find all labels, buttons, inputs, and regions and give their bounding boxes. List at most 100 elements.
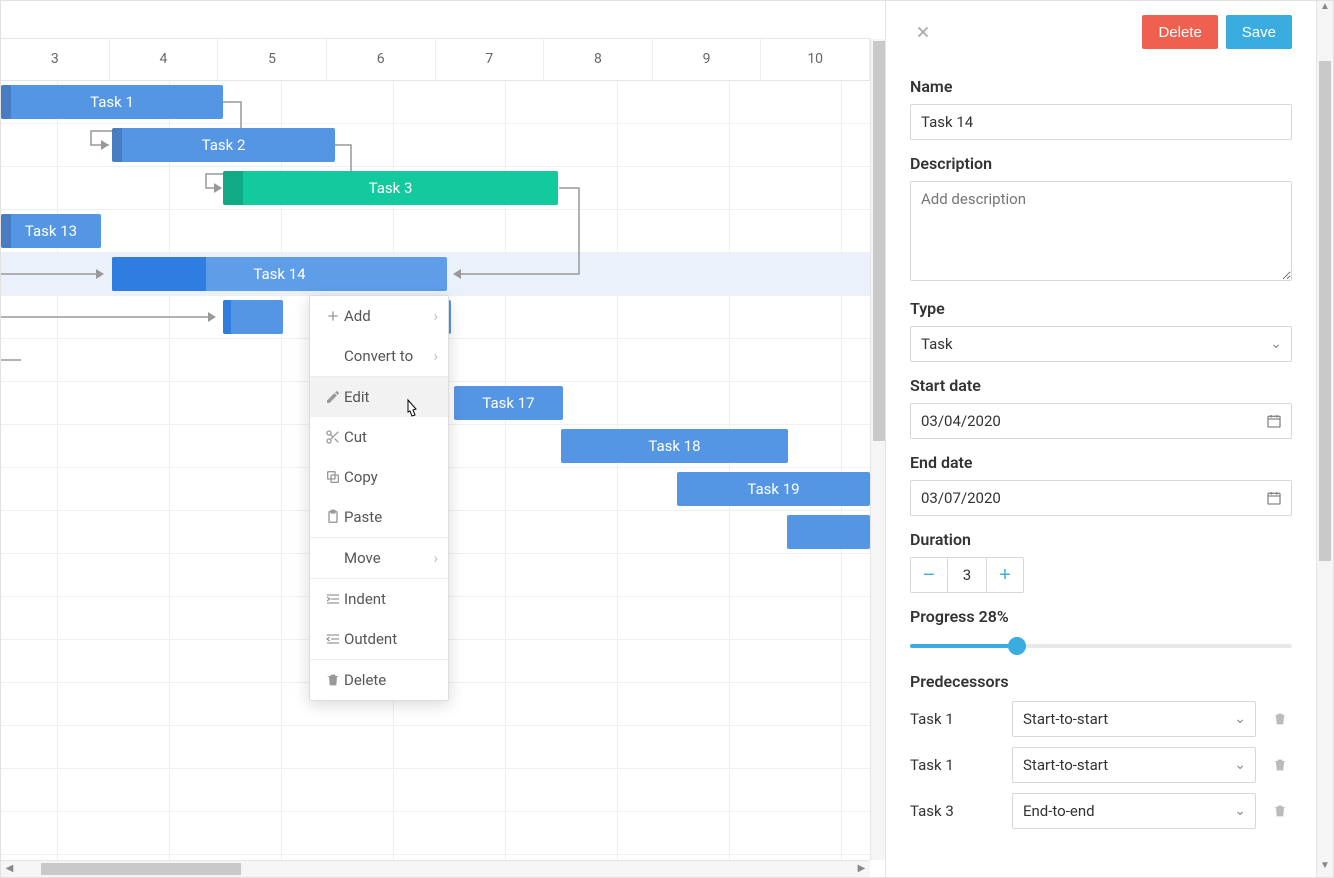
trash-icon bbox=[322, 672, 344, 688]
predecessor-task: Task 1 bbox=[910, 710, 1000, 728]
context-menu-edit[interactable]: Edit bbox=[310, 377, 448, 417]
increment-button[interactable]: + bbox=[987, 558, 1023, 592]
gantt-chart: 3 4 5 6 7 8 9 10 bbox=[1, 1, 887, 877]
task-label: Task 2 bbox=[202, 136, 246, 154]
context-menu-paste[interactable]: Paste bbox=[310, 497, 448, 537]
predecessor-link-select[interactable]: Start-to-start bbox=[1012, 747, 1256, 783]
task-label: Task 14 bbox=[253, 265, 305, 283]
description-input[interactable] bbox=[910, 181, 1292, 281]
duration-value: 3 bbox=[947, 558, 987, 592]
context-menu-convert[interactable]: Convert to › bbox=[310, 336, 448, 376]
menu-label: Move bbox=[344, 549, 381, 567]
delete-predecessor-button[interactable] bbox=[1268, 798, 1292, 824]
progress-slider[interactable] bbox=[910, 634, 1292, 658]
scroll-right-icon[interactable]: ▶ bbox=[853, 861, 870, 877]
predecessor-link-select[interactable]: End-to-end bbox=[1012, 793, 1256, 829]
gantt-app: 3 4 5 6 7 8 9 10 bbox=[0, 0, 1334, 878]
chevron-right-icon: › bbox=[433, 549, 438, 567]
slider-fill bbox=[910, 644, 1017, 648]
close-icon[interactable] bbox=[910, 19, 936, 45]
scroll-left-icon[interactable]: ◀ bbox=[1, 861, 18, 877]
task-label: Task 3 bbox=[369, 179, 413, 197]
task-label: Task 18 bbox=[648, 437, 700, 455]
context-menu-outdent[interactable]: Outdent bbox=[310, 619, 448, 659]
menu-label: Delete bbox=[344, 671, 386, 689]
end-date-label: End date bbox=[910, 453, 1292, 472]
task-bar-task13[interactable]: Task 13 bbox=[1, 214, 101, 248]
predecessor-row: Task 3 End-to-end⌄ bbox=[910, 793, 1292, 829]
slider-thumb[interactable] bbox=[1008, 637, 1026, 655]
row-bg bbox=[1, 812, 887, 855]
scroll-down-icon[interactable]: ▼ bbox=[1317, 860, 1333, 877]
task-bar-task17[interactable]: Task 17 bbox=[454, 386, 563, 420]
task-label: Task 13 bbox=[25, 222, 77, 240]
task-bar-task19[interactable]: Task 19 bbox=[677, 472, 870, 506]
predecessor-task: Task 3 bbox=[910, 802, 1000, 820]
type-label: Type bbox=[910, 299, 1292, 318]
day-cell: 5 bbox=[218, 39, 327, 80]
end-date-input[interactable] bbox=[910, 480, 1292, 516]
chevron-right-icon: › bbox=[433, 307, 438, 325]
gantt-horizontal-scrollbar[interactable]: ◀ ▶ bbox=[1, 860, 870, 877]
predecessors-label: Predecessors bbox=[910, 672, 1292, 691]
menu-label: Indent bbox=[344, 590, 386, 608]
task-label: Task 1 bbox=[90, 93, 134, 111]
task-bar-task2[interactable]: Task 2 bbox=[112, 128, 335, 162]
timeline-header-days: 3 4 5 6 7 8 9 10 bbox=[1, 39, 870, 81]
context-menu-add[interactable]: Add › bbox=[310, 296, 448, 336]
day-cell: 6 bbox=[327, 39, 436, 80]
predecessor-row: Task 1 Start-to-start⌄ bbox=[910, 701, 1292, 737]
task-label: Task 19 bbox=[747, 480, 799, 498]
delete-predecessor-button[interactable] bbox=[1268, 752, 1292, 778]
menu-label: Paste bbox=[344, 508, 382, 526]
task-bar-task3[interactable]: Task 3 bbox=[223, 171, 558, 205]
decrement-button[interactable]: − bbox=[911, 558, 947, 592]
context-menu: Add › Convert to › Edit Cut Copy bbox=[309, 295, 449, 701]
save-button[interactable]: Save bbox=[1226, 15, 1292, 49]
day-cell: 9 bbox=[653, 39, 762, 80]
context-menu-copy[interactable]: Copy bbox=[310, 457, 448, 497]
row-bg bbox=[1, 210, 887, 253]
menu-label: Cut bbox=[344, 428, 367, 446]
predecessor-link-select[interactable]: Start-to-start bbox=[1012, 701, 1256, 737]
scroll-up-icon[interactable]: ▲ bbox=[1317, 1, 1333, 18]
description-label: Description bbox=[910, 154, 1292, 173]
scrollbar-thumb[interactable] bbox=[41, 863, 241, 875]
name-label: Name bbox=[910, 77, 1292, 96]
progress-label: Progress 28% bbox=[910, 607, 1292, 626]
day-cell: 7 bbox=[436, 39, 545, 80]
duration-stepper: − 3 + bbox=[910, 557, 1024, 593]
task-edit-panel: Delete Save Name Description Type Task ⌄… bbox=[885, 1, 1333, 877]
task-bar-task1[interactable]: Task 1 bbox=[1, 85, 223, 119]
menu-label: Outdent bbox=[344, 630, 397, 648]
row-bg bbox=[1, 769, 887, 812]
panel-vertical-scrollbar[interactable]: ▲ ▼ bbox=[1316, 1, 1333, 877]
context-menu-cut[interactable]: Cut bbox=[310, 417, 448, 457]
scrollbar-thumb[interactable] bbox=[873, 41, 885, 441]
context-menu-move[interactable]: Move › bbox=[310, 538, 448, 578]
day-cell: 3 bbox=[1, 39, 110, 80]
scrollbar-thumb[interactable] bbox=[1319, 61, 1331, 561]
name-input[interactable] bbox=[910, 104, 1292, 140]
delete-button[interactable]: Delete bbox=[1142, 15, 1217, 49]
start-date-input[interactable] bbox=[910, 403, 1292, 439]
timeline-header-upper bbox=[1, 1, 870, 39]
menu-label: Edit bbox=[344, 388, 369, 406]
clipboard-icon bbox=[322, 509, 344, 525]
context-menu-indent[interactable]: Indent bbox=[310, 579, 448, 619]
duration-label: Duration bbox=[910, 530, 1292, 549]
chevron-right-icon: › bbox=[433, 347, 438, 365]
task-bar-task14-selected[interactable]: Task 14 bbox=[112, 257, 447, 291]
plus-icon bbox=[322, 308, 344, 324]
delete-predecessor-button[interactable] bbox=[1268, 706, 1292, 732]
day-cell: 10 bbox=[761, 39, 870, 80]
task-label: Task 17 bbox=[482, 394, 534, 412]
context-menu-delete[interactable]: Delete bbox=[310, 660, 448, 700]
type-select[interactable]: Task bbox=[910, 326, 1292, 362]
pencil-icon bbox=[322, 389, 344, 405]
copy-icon bbox=[322, 469, 344, 485]
task-bar-task18[interactable]: Task 18 bbox=[561, 429, 788, 463]
indent-icon bbox=[322, 591, 344, 607]
task-bar[interactable] bbox=[787, 515, 870, 549]
task-bar[interactable] bbox=[223, 300, 283, 334]
